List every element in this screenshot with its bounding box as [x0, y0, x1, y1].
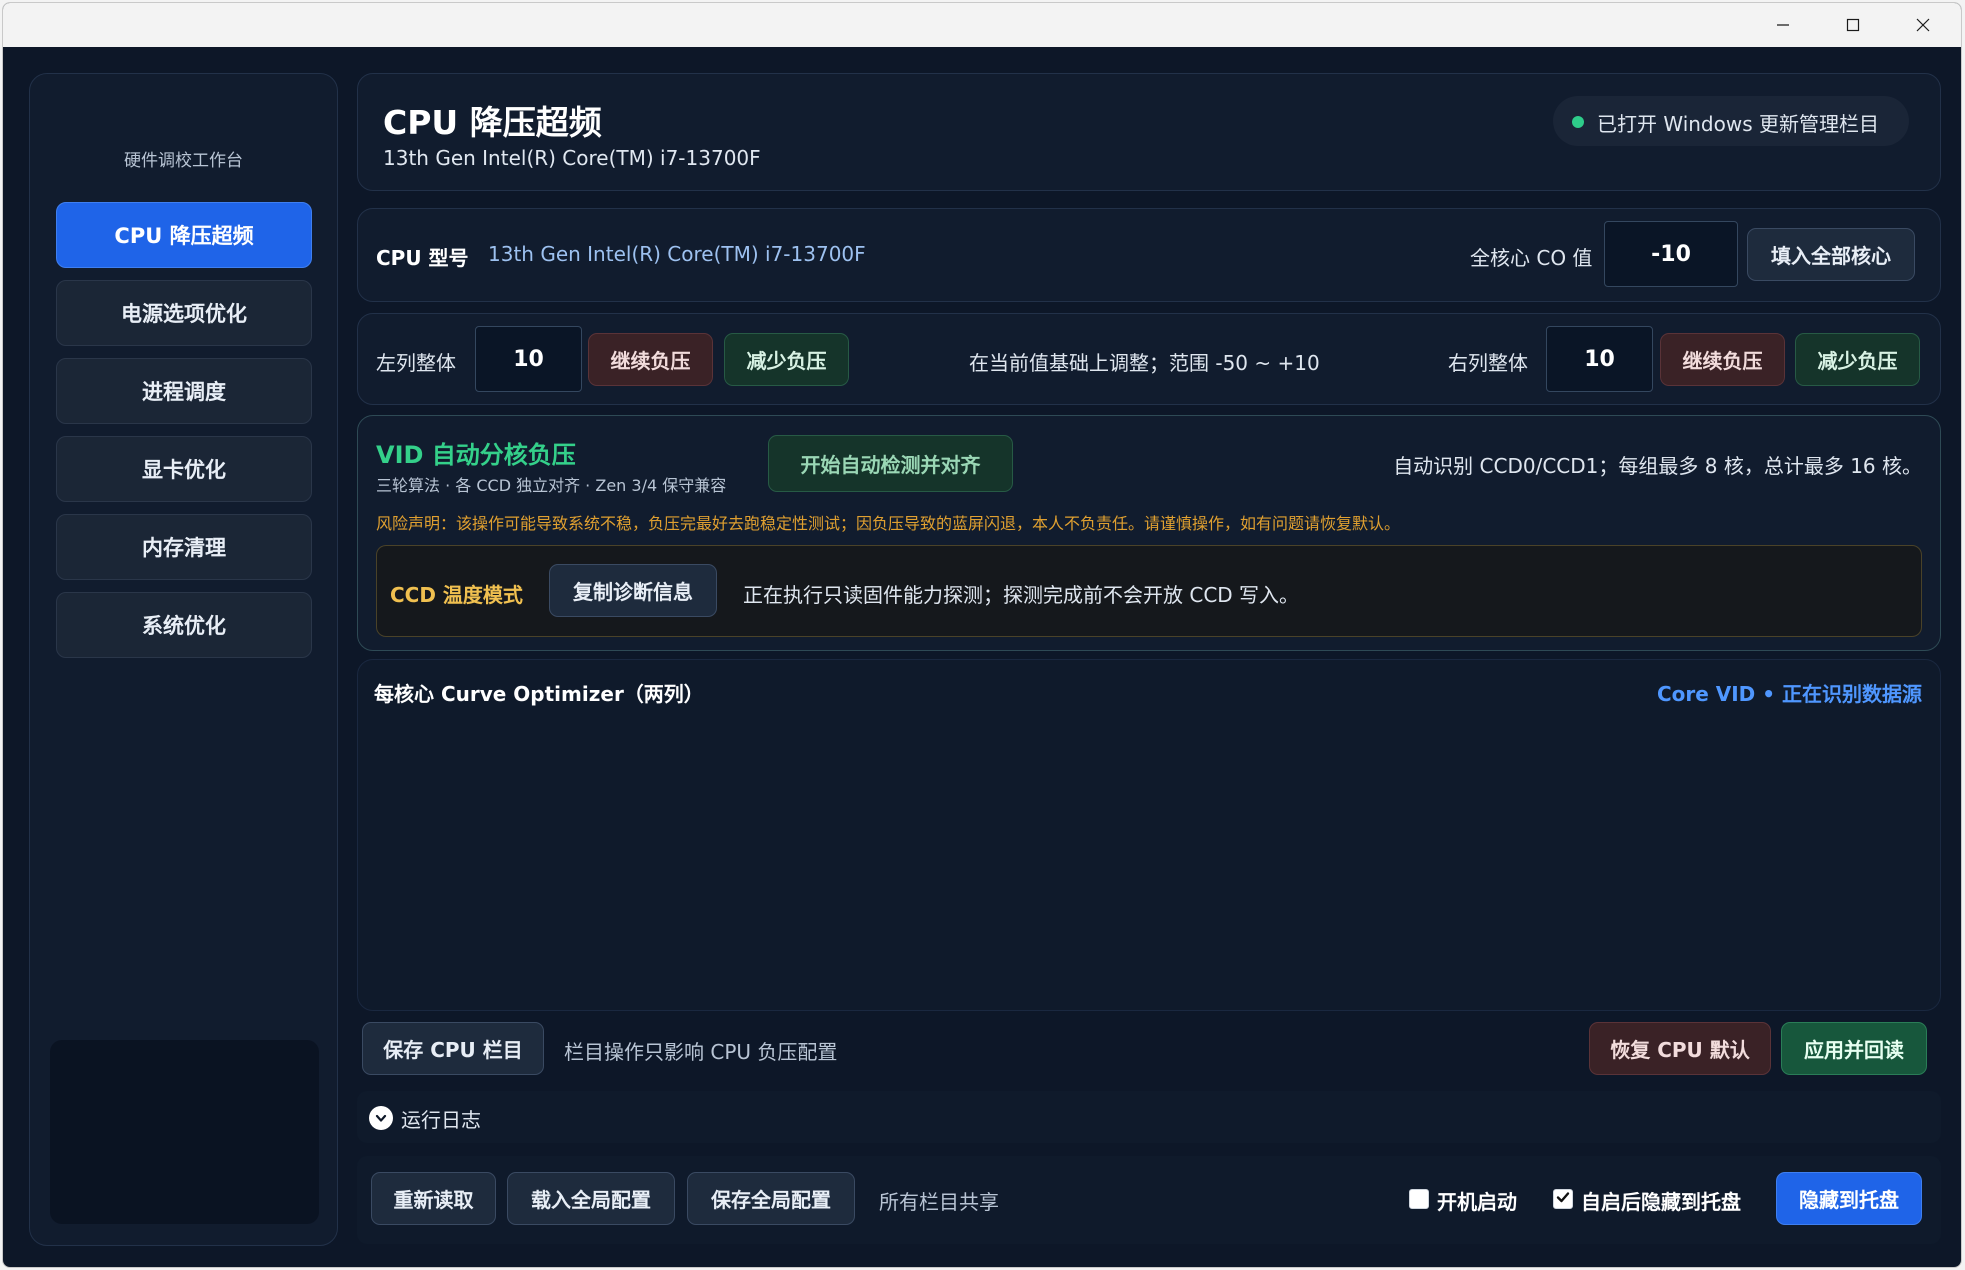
curve-optimizer-title: 每核心 Curve Optimizer（两列）: [374, 682, 704, 706]
header-panel: CPU 降压超频 13th Gen Intel(R) Core(TM) i7-1…: [357, 73, 1941, 191]
page-subtitle: 13th Gen Intel(R) Core(TM) i7-13700F: [383, 146, 761, 170]
save-cpu-section-button[interactable]: 保存 CPU 栏目: [362, 1022, 544, 1075]
cpu-model-panel: CPU 型号 13th Gen Intel(R) Core(TM) i7-137…: [357, 208, 1941, 302]
co-value-input[interactable]: [1604, 221, 1738, 287]
reload-button[interactable]: 重新读取: [371, 1172, 496, 1225]
start-auto-detect-button[interactable]: 开始自动检测并对齐: [768, 435, 1013, 492]
vid-panel-subtitle: 三轮算法 · 各 CCD 独立对齐 · Zen 3/4 保守兼容: [376, 476, 727, 495]
sidebar-item-gpu-optimization[interactable]: 显卡优化: [56, 436, 312, 502]
app-name: 硬件调校工作台: [124, 151, 243, 171]
autostart-checkbox[interactable]: [1409, 1189, 1429, 1209]
vid-auto-panel: VID 自动分核负压 三轮算法 · 各 CCD 独立对齐 · Zen 3/4 保…: [357, 415, 1941, 651]
right-reduce-undervolt-button[interactable]: 减少负压: [1795, 333, 1920, 386]
cpu-model-label: CPU 型号: [376, 246, 469, 270]
auto-detect-info: 自动识别 CCD0/CCD1；每组最多 8 核，总计最多 16 核。: [1393, 454, 1922, 478]
maximize-button[interactable]: [1818, 3, 1888, 47]
maximize-icon: [1846, 18, 1860, 32]
vid-panel-title: VID 自动分核负压: [376, 441, 576, 469]
section-scope-note: 栏目操作只影响 CPU 负压配置: [564, 1040, 838, 1064]
column-adjust-panel: 左列整体 继续负压 减少负压 在当前值基础上调整；范围 -50 ~ +10 右列…: [357, 313, 1941, 405]
sidebar-item-memory-cleanup[interactable]: 内存清理: [56, 514, 312, 580]
footer-bar: 重新读取 载入全局配置 保存全局配置 所有栏目共享 开机启动 自启后隐藏到托盘 …: [357, 1156, 1941, 1244]
sidebar-item-system-optimization[interactable]: 系统优化: [56, 592, 312, 658]
ccd-mode-label: CCD 温度模式: [390, 583, 523, 607]
load-global-config-button[interactable]: 载入全局配置: [507, 1172, 675, 1225]
left-reduce-undervolt-button[interactable]: 减少负压: [724, 333, 849, 386]
minimize-button[interactable]: [1748, 3, 1818, 47]
status-pill: 已打开 Windows 更新管理栏目: [1553, 96, 1909, 146]
minimize-icon: [1776, 18, 1790, 32]
left-column-input[interactable]: [475, 326, 582, 392]
apply-and-readback-button[interactable]: 应用并回读: [1781, 1022, 1927, 1075]
autostart-label: 开机启动: [1437, 1190, 1517, 1214]
cpu-model-value: 13th Gen Intel(R) Core(TM) i7-13700F: [488, 242, 866, 266]
curve-optimizer-panel: 每核心 Curve Optimizer（两列） Core VID • 正在识别数…: [357, 659, 1941, 1011]
check-icon: [1555, 1189, 1571, 1209]
hide-on-start-label: 自启后隐藏到托盘: [1581, 1190, 1741, 1214]
title-bar: [3, 3, 1961, 47]
sidebar-preview-area: [50, 1040, 319, 1224]
risk-warning-text: 风险声明：该操作可能导致系统不稳，负压完最好去跑稳定性测试；因负压导致的蓝屏闪退…: [376, 514, 1401, 533]
restore-cpu-default-button[interactable]: 恢复 CPU 默认: [1589, 1022, 1771, 1075]
right-column-input[interactable]: [1546, 326, 1653, 392]
close-icon: [1916, 18, 1930, 32]
right-continue-undervolt-button[interactable]: 继续负压: [1660, 333, 1785, 386]
hide-on-start-checkbox[interactable]: [1553, 1189, 1573, 1209]
fill-all-cores-button[interactable]: 填入全部核心: [1747, 228, 1915, 281]
sidebar-item-process-scheduling[interactable]: 进程调度: [56, 358, 312, 424]
sidebar-item-power-options[interactable]: 电源选项优化: [56, 280, 312, 346]
log-toggle[interactable]: 运行日志: [369, 1105, 481, 1132]
right-column-label: 右列整体: [1448, 351, 1528, 375]
status-dot-icon: [1572, 116, 1584, 128]
sidebar: 硬件调校工作台 CPU 降压超频 电源选项优化 进程调度 显卡优化 内存清理 系…: [29, 73, 338, 1246]
app-window: 硬件调校工作台 CPU 降压超频 电源选项优化 进程调度 显卡优化 内存清理 系…: [2, 2, 1962, 1268]
left-continue-undervolt-button[interactable]: 继续负压: [588, 333, 713, 386]
shared-config-note: 所有栏目共享: [879, 1190, 999, 1214]
log-label: 运行日志: [401, 1107, 481, 1132]
page-title: CPU 降压超频: [383, 103, 602, 142]
close-button[interactable]: [1888, 3, 1958, 47]
ccd-mode-box: CCD 温度模式 复制诊断信息 正在执行只读固件能力探测；探测完成前不会开放 C…: [376, 545, 1922, 637]
left-column-label: 左列整体: [376, 351, 456, 375]
co-value-label: 全核心 CO 值: [1470, 246, 1593, 270]
chevron-down-icon: [369, 1106, 393, 1130]
sidebar-item-cpu-undervolt[interactable]: CPU 降压超频: [56, 202, 312, 268]
hide-to-tray-button[interactable]: 隐藏到托盘: [1776, 1172, 1922, 1225]
copy-diagnostics-button[interactable]: 复制诊断信息: [549, 564, 717, 617]
status-text: 已打开 Windows 更新管理栏目: [1597, 112, 1879, 136]
log-section: 运行日志: [357, 1091, 1941, 1143]
probe-status-text: 正在执行只读固件能力探测；探测完成前不会开放 CCD 写入。: [743, 583, 1300, 607]
adjust-range-hint: 在当前值基础上调整；范围 -50 ~ +10: [969, 351, 1320, 375]
save-global-config-button[interactable]: 保存全局配置: [687, 1172, 855, 1225]
data-source-status: Core VID • 正在识别数据源: [1656, 682, 1922, 706]
